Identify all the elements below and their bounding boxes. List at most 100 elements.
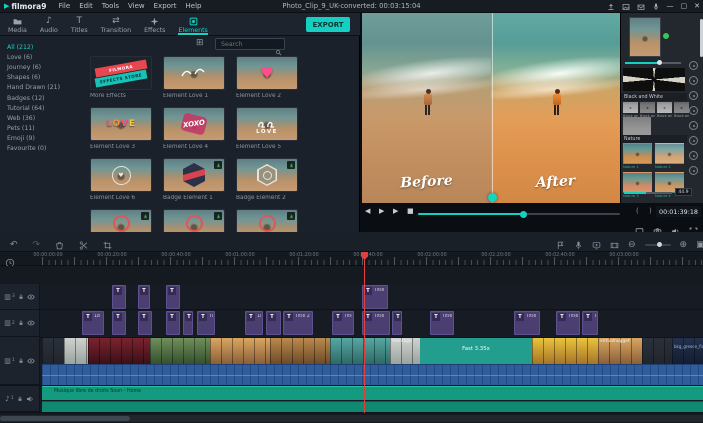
video-clip[interactable] (330, 338, 390, 364)
video-clip[interactable] (270, 338, 330, 364)
sidebar-item[interactable]: All (212) (0, 42, 68, 52)
tab-effects[interactable]: Effects (144, 13, 165, 35)
sidebar-item[interactable]: Love (6) (0, 52, 68, 62)
library-item[interactable]: XOXO Element Love 4 (163, 107, 225, 150)
search-input[interactable] (219, 39, 271, 49)
minimize-button[interactable]: — (667, 3, 674, 10)
panel-tool-icon[interactable] (689, 136, 698, 145)
panel-tool-icon[interactable] (689, 91, 698, 100)
audio-track-header[interactable]: ♪ 1 (0, 386, 40, 412)
color-preset[interactable]: Black and White 1 (623, 102, 638, 118)
video-clip[interactable]: Fast 3.35x (420, 338, 532, 364)
tab-media[interactable]: Media (8, 13, 27, 35)
title-track-header[interactable]: ▥ 3 (0, 284, 40, 310)
library-item[interactable]: Badge Element 2 (236, 158, 298, 201)
mark-in-out-icon[interactable]: ( ) (636, 207, 656, 215)
search-box[interactable] (215, 38, 285, 56)
timeline-zoom-handle[interactable] (656, 241, 662, 247)
color-preset[interactable]: Black and White 2 (640, 102, 655, 118)
timeline-ruler[interactable]: 00:00:00:00 00:00:20:00 00:00:40:00 00:01:0… (0, 252, 703, 266)
library-item[interactable]: Badge Element 1 (163, 158, 225, 201)
title-clip[interactable]: TTi (582, 311, 598, 335)
library-item[interactable]: ♥ Element Love 6 (90, 158, 152, 201)
mute-icon[interactable] (26, 395, 34, 403)
lock-icon[interactable] (17, 396, 23, 402)
title-clip[interactable]: T Title (362, 285, 388, 309)
email-icon[interactable] (637, 3, 645, 11)
sidebar-item[interactable]: Tutorial (64) (0, 103, 68, 113)
video-clip[interactable] (64, 338, 88, 364)
image-icon[interactable] (622, 3, 630, 11)
sidebar-item[interactable]: Badges (12) (0, 93, 68, 103)
title-clip[interactable]: TTi (197, 311, 215, 335)
mic-icon[interactable] (652, 3, 660, 11)
panel-scrollbar[interactable] (700, 19, 703, 57)
title-clip[interactable]: T (183, 311, 193, 335)
panel-tool-icon[interactable] (689, 166, 698, 175)
video-track-header[interactable]: ▥ 1 (0, 337, 40, 385)
playback-slider[interactable] (418, 210, 620, 218)
panel-tool-icon[interactable] (689, 121, 698, 130)
video-clip[interactable] (642, 338, 672, 364)
sidebar-item[interactable]: Favourite (0) (0, 144, 68, 154)
visibility-eye-icon[interactable] (27, 319, 35, 327)
title-clip[interactable]: T (112, 285, 126, 309)
video-clip[interactable] (88, 338, 150, 364)
lock-icon[interactable] (18, 358, 24, 364)
library-item[interactable] (90, 209, 152, 232)
library-item[interactable] (163, 209, 225, 232)
title-clip[interactable]: T (392, 311, 402, 335)
playback-slider-handle[interactable] (519, 210, 527, 218)
previous-frame-button[interactable]: ◀ (365, 207, 370, 215)
library-item[interactable]: LOVE Element Love 5 (236, 107, 298, 150)
color-preset[interactable]: Black and White 3 (657, 102, 672, 118)
visibility-eye-icon[interactable] (27, 293, 35, 301)
menu-help[interactable]: Help (186, 2, 202, 10)
zoom-out-icon[interactable]: ⊖ (628, 239, 636, 251)
playhead-line[interactable] (364, 252, 365, 413)
stop-button[interactable]: ■ (407, 207, 414, 215)
sidebar-item[interactable]: Journey (6) (0, 62, 68, 72)
video-clip[interactable]: montage (390, 338, 420, 364)
sidebar-item[interactable]: Shapes (6) (0, 73, 68, 83)
hscrollbar-thumb[interactable] (0, 416, 130, 421)
menu-file[interactable]: File (58, 2, 70, 10)
fan-preset-thumbnail[interactable] (623, 68, 685, 91)
title-clip[interactable]: T18 (245, 311, 263, 335)
menu-tools[interactable]: Tools (102, 2, 119, 10)
before-after-divider[interactable] (492, 13, 493, 203)
timeline-zoom-slider[interactable] (644, 241, 671, 247)
sidebar-item[interactable]: Pets (11) (0, 124, 68, 134)
maximize-button[interactable]: ▢ (681, 3, 688, 10)
video-clip[interactable] (210, 338, 270, 364)
title-clip[interactable]: TTitle 27 (283, 311, 313, 335)
preset-amount-slider[interactable] (625, 60, 681, 65)
sidebar-item[interactable]: Web (36) (0, 113, 68, 123)
sidebar-item[interactable]: Hand Drawn (21) (0, 83, 68, 93)
panel-tool-icon[interactable] (689, 76, 698, 85)
lock-icon[interactable] (18, 294, 24, 300)
visibility-eye-icon[interactable] (27, 357, 35, 365)
library-item[interactable] (236, 209, 298, 232)
title-clip[interactable]: T Title (362, 311, 390, 335)
panel-tool-icon[interactable] (689, 151, 698, 160)
title-clip[interactable]: T (166, 311, 180, 335)
color-preset[interactable]: Nature 1 (623, 143, 652, 169)
tab-audio[interactable]: ♪ Audio (40, 13, 58, 35)
title-clip[interactable]: T (138, 311, 152, 335)
before-after-handle[interactable] (488, 193, 497, 202)
title-track-header[interactable]: ▥ 2 (0, 310, 40, 337)
panel-tool-icon[interactable] (689, 61, 698, 70)
menu-view[interactable]: View (128, 2, 145, 10)
video-clip[interactable] (150, 338, 210, 364)
panel-tool-icon[interactable] (689, 106, 698, 115)
title-clip[interactable]: T (112, 311, 126, 335)
video-clip[interactable]: bkg_greece_fin_UK (672, 338, 703, 364)
color-preset[interactable]: Nature 2 (655, 143, 684, 169)
tab-titles[interactable]: T Titles (71, 13, 88, 35)
lock-icon[interactable] (18, 320, 24, 326)
library-item[interactable]: FILMORA EFFECTS STORE More Effects (90, 56, 152, 99)
zoom-in-icon[interactable]: ⊕ (680, 239, 688, 251)
export-button[interactable]: EXPORT (306, 17, 350, 32)
close-button[interactable]: ✕ (694, 3, 700, 10)
